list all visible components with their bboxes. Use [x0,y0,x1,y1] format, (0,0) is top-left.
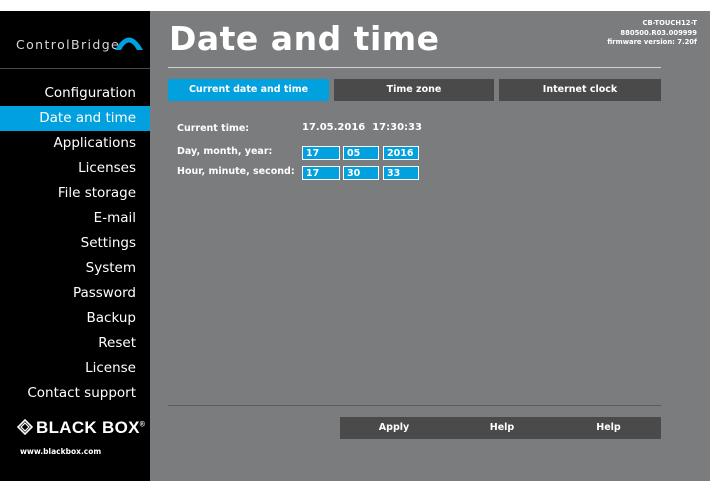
main-panel: Date and time CB-TOUCH12-T 880500.R03.00… [150,11,710,481]
sidebar-item-licenses[interactable]: Licenses [0,156,150,181]
brand-name: BLACK BOX [36,418,140,437]
device-model: CB-TOUCH12-T [642,19,697,27]
tab-current-date-and-time[interactable]: Current date and time [168,79,329,101]
footer-divider [168,405,661,406]
apply-button[interactable]: Apply [340,417,448,439]
black-box-brand: BLACK BOX® [17,418,145,438]
current-time-label: Current time: [177,123,250,134]
sidebar-item-reset[interactable]: Reset [0,331,150,356]
tab-internet-clock[interactable]: Internet clock [499,79,661,101]
minute-field[interactable] [343,166,379,180]
day-field[interactable] [302,146,340,160]
black-box-diamond-icon [17,419,33,435]
sidebar-item-password[interactable]: Password [0,281,150,306]
sidebar-item-file-storage[interactable]: File storage [0,181,150,206]
sidebar-item-system[interactable]: System [0,256,150,281]
current-time-value: 17.05.2016 17:30:33 [302,122,422,133]
year-field[interactable] [383,146,419,160]
app-window: ControlBridge Configuration Date and tim… [0,11,710,481]
sidebar-item-applications[interactable]: Applications [0,131,150,156]
time-label: Hour, minute, second: [177,166,295,177]
sidebar-item-contact-support[interactable]: Contact support [0,381,150,406]
help-button-1[interactable]: Help [448,417,556,439]
second-field[interactable] [383,166,419,180]
help-button-2[interactable]: Help [556,417,661,439]
month-field[interactable] [343,146,379,160]
hour-field[interactable] [302,166,340,180]
controlbridge-logo-text: ControlBridge [16,37,121,52]
sidebar-item-email[interactable]: E-mail [0,206,150,231]
sidebar-nav: Configuration Date and time Applications… [0,81,157,406]
sidebar-item-backup[interactable]: Backup [0,306,150,331]
page-title: Date and time [169,19,440,58]
brand-url: www.blackbox.com [20,447,102,456]
sidebar-item-settings[interactable]: Settings [0,231,150,256]
header-divider [168,67,661,68]
device-info: CB-TOUCH12-T 880500.R03.009999 firmware … [607,19,697,48]
device-serial: 880500.R03.009999 [620,28,697,37]
brand-registered-mark: ® [139,421,146,429]
sidebar-divider [0,68,150,69]
sidebar: ControlBridge Configuration Date and tim… [0,11,157,481]
sidebar-item-configuration[interactable]: Configuration [0,81,150,106]
sidebar-item-date-and-time[interactable]: Date and time [0,106,157,131]
tab-time-zone[interactable]: Time zone [334,79,494,101]
controlbridge-arc-icon [115,37,143,50]
sidebar-item-license[interactable]: License [0,356,150,381]
date-label: Day, month, year: [177,146,273,157]
firmware-version: firmware version: 7.20f [607,38,697,46]
